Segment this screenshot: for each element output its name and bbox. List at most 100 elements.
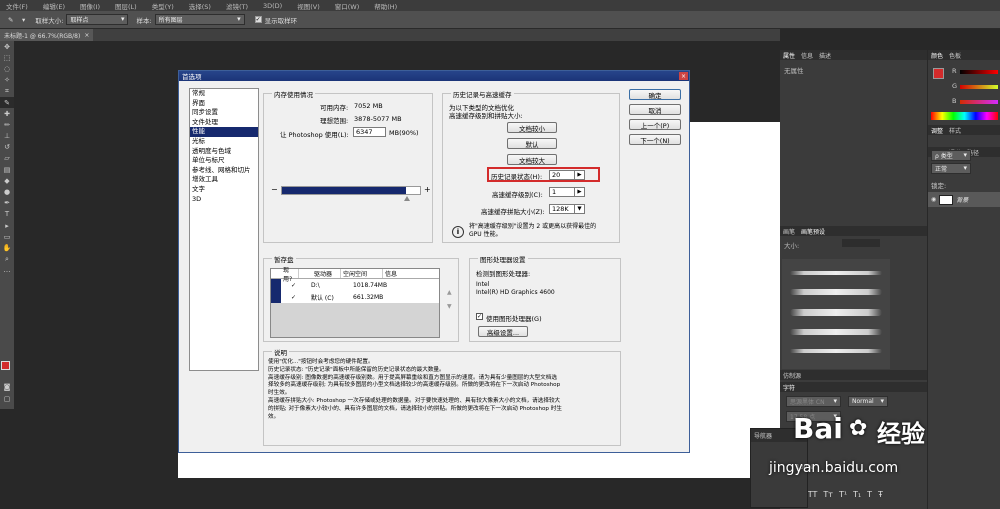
layer-row[interactable]: ◉ 背景: [928, 192, 1000, 207]
color-fg-swatch[interactable]: [933, 68, 944, 79]
advanced-settings-button[interactable]: 高级设置...: [478, 326, 528, 337]
menu-file[interactable]: 文件(F): [6, 1, 28, 11]
category-item[interactable]: 文字: [190, 185, 258, 195]
next-button[interactable]: 下一个(N): [629, 134, 681, 145]
chevron-down-icon[interactable]: ▼: [574, 205, 584, 213]
marquee-tool-icon[interactable]: ⬚: [0, 52, 14, 63]
document-tab[interactable]: 未标题-1 @ 66.7%(RGB/8) ×: [0, 29, 94, 41]
blur-tool-icon[interactable]: ◆: [0, 175, 14, 186]
menu-filter[interactable]: 滤镜(T): [226, 1, 248, 11]
play-arrow-icon[interactable]: ▶: [574, 171, 584, 179]
tile-size-select[interactable]: 128K ▼: [549, 204, 585, 214]
menu-edit[interactable]: 编辑(E): [43, 1, 65, 11]
category-item[interactable]: 3D: [190, 195, 258, 205]
tab-color[interactable]: 颜色: [931, 51, 943, 60]
menu-window[interactable]: 窗口(W): [335, 1, 360, 11]
hand-tool-icon[interactable]: ✋: [0, 242, 14, 253]
dialog-title-bar[interactable]: 首选项 ×: [179, 71, 689, 81]
table-row[interactable]: ✓ D:\ 1018.74MB: [271, 279, 439, 291]
shape-tool-icon[interactable]: ▭: [0, 231, 14, 242]
use-gpu-checkbox[interactable]: ✓: [476, 313, 483, 320]
path-select-tool-icon[interactable]: ▸: [0, 220, 14, 231]
previous-button[interactable]: 上一个(P): [629, 119, 681, 130]
default-button[interactable]: 默认: [507, 138, 557, 149]
menu-3d[interactable]: 3D(D): [263, 2, 282, 10]
menu-layer[interactable]: 图层(L): [115, 1, 137, 11]
category-item[interactable]: 单位与标尺: [190, 156, 258, 166]
menu-help[interactable]: 帮助(H): [374, 1, 397, 11]
blend-mode-select[interactable]: 正常: [931, 163, 971, 174]
category-item[interactable]: 增效工具: [190, 175, 258, 185]
clone-stamp-tool-icon[interactable]: ⊥: [0, 131, 14, 142]
font-style-select[interactable]: Normal: [848, 396, 888, 407]
strikethrough-icon[interactable]: Ŧ: [878, 490, 883, 499]
sample-size-select[interactable]: 取样点: [66, 14, 129, 25]
green-slider[interactable]: [960, 85, 998, 89]
big-flat-button[interactable]: 文档较大: [507, 154, 557, 165]
all-caps-icon[interactable]: TT: [808, 490, 818, 499]
eyedropper-tool-icon[interactable]: ✎: [0, 96, 14, 109]
show-ring-checkbox[interactable]: ✓: [254, 16, 262, 23]
tab-swatches[interactable]: 色板: [949, 51, 961, 60]
menu-select[interactable]: 选择(S): [189, 1, 211, 11]
memory-slider-track[interactable]: [281, 186, 421, 195]
cancel-button[interactable]: 取消: [629, 104, 681, 115]
lasso-tool-icon[interactable]: ◌: [0, 63, 14, 74]
close-tab-icon[interactable]: ×: [84, 32, 89, 39]
menu-image[interactable]: 图像(I): [80, 1, 100, 11]
red-slider[interactable]: [960, 70, 998, 74]
tab-styles[interactable]: 样式: [949, 126, 961, 135]
sample-select[interactable]: 所有图层: [154, 14, 245, 25]
category-item[interactable]: 界面: [190, 99, 258, 109]
menu-type[interactable]: 类型(Y): [152, 1, 174, 11]
eye-icon[interactable]: ◉: [931, 196, 936, 203]
dialog-close-button[interactable]: ×: [679, 72, 688, 80]
eyedropper-icon[interactable]: ✎: [8, 16, 22, 24]
brush-size-slider[interactable]: [842, 239, 880, 247]
healing-tool-icon[interactable]: ✚: [0, 108, 14, 119]
category-item[interactable]: 同步设置: [190, 108, 258, 118]
history-brush-tool-icon[interactable]: ↺: [0, 142, 14, 153]
move-down-icon[interactable]: ▼: [447, 303, 452, 310]
pen-tool-icon[interactable]: ✒: [0, 198, 14, 209]
brush-stroke-preview[interactable]: [790, 329, 882, 335]
layer-kind-filter[interactable]: ρ 类型: [931, 150, 971, 161]
category-item[interactable]: 光标: [190, 137, 258, 147]
table-header-cell[interactable]: 驱动器: [298, 269, 340, 278]
tab-character[interactable]: 字符: [783, 383, 795, 392]
history-states-input[interactable]: 20 ▶: [549, 170, 585, 180]
play-arrow-icon[interactable]: ▶: [574, 188, 584, 196]
tool-preset-dropdown-icon[interactable]: ▾: [22, 16, 25, 24]
category-item[interactable]: 透明度与色域: [190, 147, 258, 157]
memory-slider-thumb[interactable]: [404, 196, 410, 201]
quick-mask-icon[interactable]: ◙: [0, 381, 14, 392]
brush-stroke-preview[interactable]: [790, 349, 882, 353]
tab-adjustments[interactable]: 调整: [931, 126, 943, 135]
superscript-icon[interactable]: T¹: [839, 490, 847, 499]
tab-properties[interactable]: 属性: [783, 51, 795, 60]
foreground-color-swatch[interactable]: [1, 361, 10, 370]
move-up-icon[interactable]: ▲: [447, 289, 452, 296]
type-tool-icon[interactable]: T: [0, 209, 14, 220]
category-item-selected[interactable]: 性能: [190, 127, 258, 137]
tab-brush-presets[interactable]: 画笔预设: [801, 227, 825, 236]
color-spectrum-bar[interactable]: [931, 112, 998, 120]
tab-info[interactable]: 信息: [801, 51, 813, 60]
table-header-cell[interactable]: 空闲空间: [340, 269, 382, 278]
tab-clone-source[interactable]: 仿制源: [783, 371, 801, 380]
dodge-tool-icon[interactable]: ●: [0, 186, 14, 197]
underline-icon[interactable]: T: [867, 490, 872, 499]
small-caps-icon[interactable]: Tт: [823, 490, 833, 499]
brush-stroke-preview[interactable]: [790, 271, 882, 275]
memory-use-input[interactable]: 6347: [353, 127, 386, 137]
gradient-tool-icon[interactable]: ▤: [0, 164, 14, 175]
tab-notes[interactable]: 描述: [819, 51, 831, 60]
screen-mode-icon[interactable]: ▢: [0, 393, 14, 404]
menu-view[interactable]: 视图(V): [297, 1, 320, 11]
brush-tool-icon[interactable]: ✏: [0, 119, 14, 130]
category-item[interactable]: 常规: [190, 89, 258, 99]
table-row[interactable]: ✓ 默认 (C) 661.32MB: [271, 291, 439, 303]
cache-levels-input[interactable]: 1 ▶: [549, 187, 585, 197]
zoom-tool-icon[interactable]: ⌕: [0, 254, 14, 265]
move-tool-icon[interactable]: ✥: [0, 41, 14, 52]
